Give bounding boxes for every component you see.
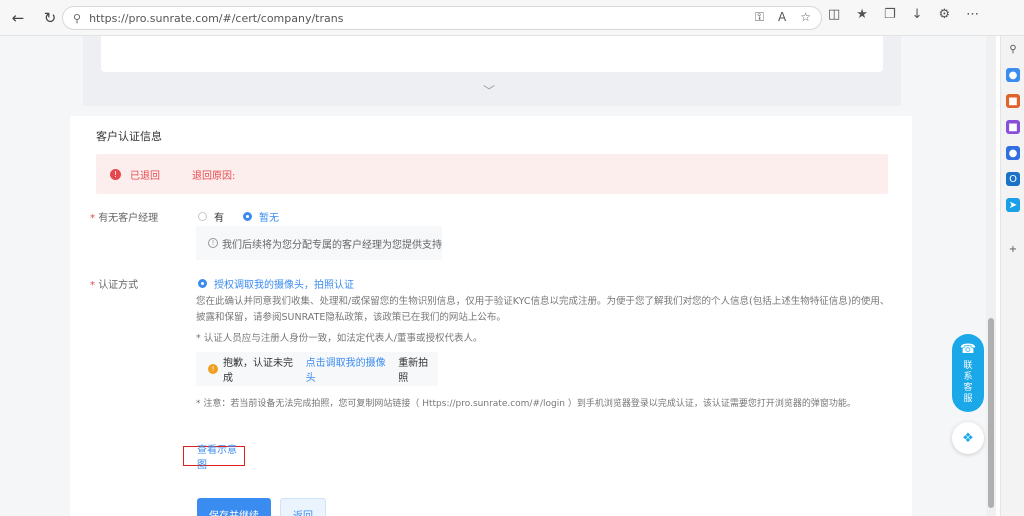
outlook-icon[interactable]: O: [1006, 172, 1020, 186]
manager-radio-yes[interactable]: 有: [198, 209, 224, 224]
radio-checked-icon: [243, 212, 252, 221]
customer-auth-card: 客户认证信息 ! 已退回 退回原因: * 有无客户经理 有 暂无 ! 我们后续将…: [70, 116, 912, 516]
extensions-icon[interactable]: ⚙: [939, 7, 951, 22]
error-icon: !: [110, 168, 121, 180]
toolbox-icon[interactable]: ■: [1006, 94, 1020, 108]
search-icon[interactable]: ⚲: [1006, 42, 1020, 56]
add-icon[interactable]: +: [1006, 242, 1020, 256]
alert-status: 已退回: [130, 170, 160, 182]
more-menu-icon[interactable]: ⋯: [966, 7, 979, 22]
radio-checked-icon: [198, 279, 207, 288]
radio-circle-icon: [198, 212, 207, 221]
chat-icon[interactable]: ❖: [952, 422, 984, 454]
manager-label: * 有无客户经理: [90, 213, 159, 224]
device-notice: * 注意：若当前设备无法完成拍照，您可复制网站链接（ Https://pro.s…: [196, 399, 856, 409]
customer-service-button[interactable]: ☎ 联系客服: [952, 334, 984, 412]
auth-warning: ! 抱歉，认证未完成 点击调取我的摄像头 重新拍照: [196, 352, 438, 386]
browser-toolbar: ← ↻ ⚲ https://pro.sunrate.com/#/cert/com…: [0, 0, 1024, 36]
browser-sidebar: ⚲ ● ■ ■ ● O ➤ +: [1000, 36, 1024, 516]
collections-icon[interactable]: ❐: [884, 7, 896, 22]
back-button[interactable]: 返回: [280, 498, 326, 516]
manager-radio-none[interactable]: 暂无: [243, 209, 279, 224]
info-icon: !: [208, 238, 218, 248]
save-continue-button[interactable]: 保存并继续: [197, 498, 271, 516]
send-icon[interactable]: ➤: [1006, 198, 1020, 212]
upper-panel: ﹀: [83, 36, 901, 106]
back-arrow-icon[interactable]: ←: [4, 4, 32, 32]
favorite-star-icon[interactable]: ☆: [800, 10, 811, 25]
downloads-icon[interactable]: ↓: [912, 7, 923, 22]
favorites-icon[interactable]: ★: [856, 7, 868, 22]
warning-icon: !: [208, 364, 218, 374]
tag-icon[interactable]: ●: [1006, 68, 1020, 82]
refresh-icon[interactable]: ↻: [36, 4, 64, 32]
headset-icon: ☎: [959, 342, 977, 357]
auth-method-label: * 认证方式: [90, 280, 139, 291]
split-screen-icon[interactable]: ◫: [828, 7, 840, 22]
auth-person-note: * 认证人员应与注册人身份一致，如法定代表人/董事或授权代表人。: [196, 333, 483, 344]
lock-icon: ⚲: [73, 11, 82, 25]
upper-panel-body: [101, 36, 883, 72]
collapse-chevron-icon[interactable]: ﹀: [483, 82, 495, 99]
scrollbar-thumb[interactable]: [988, 318, 994, 508]
read-aloud-icon[interactable]: A: [778, 10, 786, 25]
view-example-link[interactable]: 查看示意图: [183, 445, 245, 471]
manager-tip: ! 我们后续将为您分配专属的客户经理为您提供支持: [196, 226, 442, 260]
page-scrollbar[interactable]: [986, 36, 996, 516]
open-camera-link[interactable]: 点击调取我的摄像头: [306, 354, 396, 384]
page-content: ﹀ 客户认证信息 ! 已退回 退回原因: * 有无客户经理 有 暂无 ! 我们后…: [0, 36, 986, 516]
url-text: https://pro.sunrate.com/#/cert/company/t…: [89, 11, 344, 25]
return-alert: ! 已退回 退回原因:: [96, 154, 888, 194]
copilot-icon[interactable]: ●: [1006, 146, 1020, 160]
address-bar[interactable]: ⚲ https://pro.sunrate.com/#/cert/company…: [62, 6, 822, 30]
key-icon[interactable]: ⚿: [755, 10, 764, 25]
alert-reason-label: 退回原因:: [192, 170, 236, 182]
auth-radio-camera[interactable]: 授权调取我的摄像头，拍照认证: [198, 276, 354, 291]
biometric-consent-text: 您在此确认并同意我们收集、处理和/或保留您的生物识别信息，仅用于验证KYC信息以…: [196, 296, 890, 323]
office-icon[interactable]: ■: [1006, 120, 1020, 134]
section-title: 客户认证信息: [96, 130, 162, 143]
